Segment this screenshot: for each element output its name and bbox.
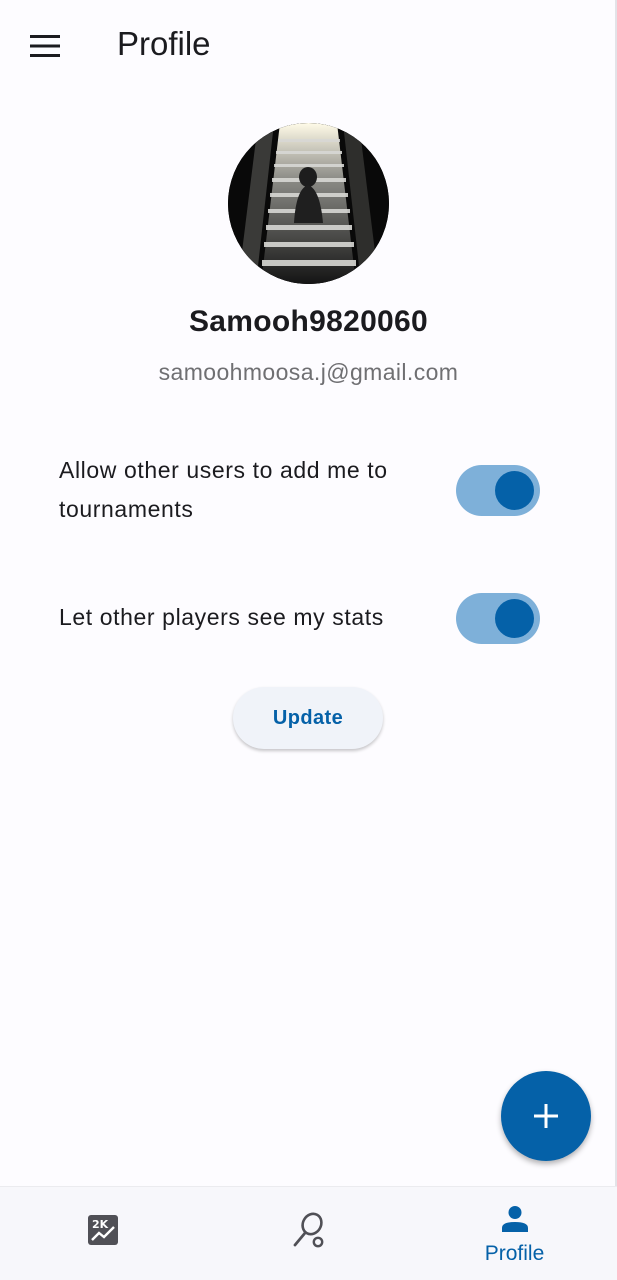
person-icon xyxy=(501,1206,528,1232)
add-fab-button[interactable] xyxy=(501,1071,591,1161)
toggle-show-stats[interactable] xyxy=(456,593,540,644)
username: Samooh9820060 xyxy=(188,305,429,338)
racket-icon xyxy=(293,1212,323,1248)
bottom-navigation: 2K Profile xyxy=(0,1186,617,1280)
setting-label-add-to-tournaments: Allow other users to add me to tournamen… xyxy=(59,457,388,522)
profile-screen: Profile Samooh9820060 samoohmoosa.j@gmai… xyxy=(0,0,617,1280)
nav-item-profile[interactable]: Profile xyxy=(412,1187,617,1280)
email: samoohmoosa.j@gmail.com xyxy=(158,359,459,385)
toggle-knob xyxy=(495,599,534,638)
nav-item-stats[interactable]: 2K xyxy=(0,1187,205,1280)
top-app-bar: Profile xyxy=(0,0,617,88)
hamburger-menu-icon xyxy=(30,35,60,57)
stats-chart-icon: 2K xyxy=(87,1215,118,1245)
nav-item-search-players[interactable] xyxy=(206,1187,411,1280)
avatar-image xyxy=(228,123,389,284)
plus-icon xyxy=(534,1104,558,1128)
menu-button[interactable] xyxy=(22,26,68,66)
update-button[interactable]: Update xyxy=(233,687,383,749)
page-title: Profile xyxy=(117,25,211,62)
nav-item-label: Profile xyxy=(484,1242,545,1265)
avatar xyxy=(228,123,389,284)
svg-text:2K: 2K xyxy=(92,1218,109,1231)
toggle-add-to-tournaments[interactable] xyxy=(456,465,540,516)
setting-label-show-stats: Let other players see my stats xyxy=(59,604,384,630)
toggle-knob xyxy=(495,471,534,510)
